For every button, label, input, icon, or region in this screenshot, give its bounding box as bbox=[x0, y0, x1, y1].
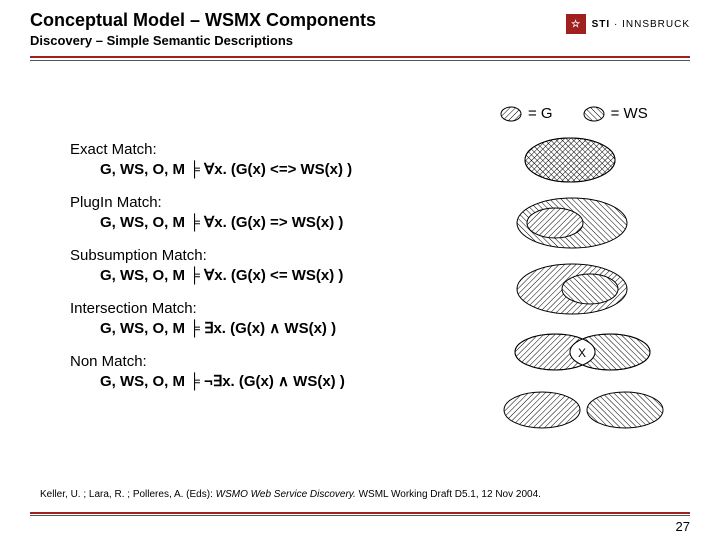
match-non-title: Non Match: bbox=[70, 352, 470, 372]
match-exact-title: Exact Match: bbox=[70, 140, 470, 160]
star-icon: ☆ bbox=[566, 14, 586, 34]
match-intersection-title: Intersection Match: bbox=[70, 299, 470, 319]
citation-rest: WSML Working Draft D5.1, 12 Nov 2004. bbox=[356, 489, 541, 500]
match-plugin-title: PlugIn Match: bbox=[70, 193, 470, 213]
match-non: Non Match: G, WS, O, M ╞ ¬∃x. (G(x) ∧ WS… bbox=[70, 352, 470, 391]
brand-sep: · bbox=[614, 19, 618, 30]
diagram-plugin bbox=[500, 195, 650, 251]
match-diagrams: X bbox=[500, 135, 670, 443]
page-number: 27 bbox=[676, 519, 690, 534]
match-intersection-formula: G, WS, O, M ╞ ∃x. (G(x) ∧ WS(x) ) bbox=[70, 319, 470, 339]
brand-text: STI · INNSBRUCK bbox=[592, 19, 690, 30]
legend-ws-icon bbox=[583, 106, 605, 122]
citation-authors: Keller, U. ; Lara, R. ; Polleres, A. (Ed… bbox=[40, 489, 216, 500]
legend-g-label: = G bbox=[528, 105, 553, 122]
slide-subtitle: Discovery – Simple Semantic Descriptions bbox=[30, 33, 690, 48]
diagram-nonmatch bbox=[500, 387, 670, 433]
legend-g-icon bbox=[500, 106, 522, 122]
header-rule-thin bbox=[30, 60, 690, 61]
match-exact: Exact Match: G, WS, O, M ╞ ∀x. (G(x) <=>… bbox=[70, 140, 470, 179]
diagram-intersection: X bbox=[500, 327, 670, 377]
match-non-formula: G, WS, O, M ╞ ¬∃x. (G(x) ∧ WS(x) ) bbox=[70, 372, 470, 392]
match-subsumption-formula: G, WS, O, M ╞ ∀x. (G(x) <= WS(x) ) bbox=[70, 266, 470, 286]
match-list: Exact Match: G, WS, O, M ╞ ∀x. (G(x) <=>… bbox=[70, 140, 470, 405]
legend: = G = WS bbox=[500, 105, 648, 122]
footer-rule-red bbox=[30, 512, 690, 514]
diagram-exact bbox=[500, 135, 650, 185]
citation-work: WSMO Web Service Discovery. bbox=[216, 489, 356, 500]
match-subsumption-title: Subsumption Match: bbox=[70, 246, 470, 266]
footer-rule-thin bbox=[30, 515, 690, 516]
legend-ws-label: = WS bbox=[611, 105, 648, 122]
brand-logo: ☆ STI · INNSBRUCK bbox=[566, 14, 690, 34]
diagram-subsumption bbox=[500, 261, 650, 317]
brand-sti: STI bbox=[592, 19, 611, 30]
intersection-x-label: X bbox=[578, 346, 586, 360]
header-rule-red bbox=[30, 56, 690, 58]
match-intersection: Intersection Match: G, WS, O, M ╞ ∃x. (G… bbox=[70, 299, 470, 338]
match-plugin: PlugIn Match: G, WS, O, M ╞ ∀x. (G(x) =>… bbox=[70, 193, 470, 232]
match-plugin-formula: G, WS, O, M ╞ ∀x. (G(x) => WS(x) ) bbox=[70, 213, 470, 233]
citation: Keller, U. ; Lara, R. ; Polleres, A. (Ed… bbox=[40, 489, 680, 500]
match-subsumption: Subsumption Match: G, WS, O, M ╞ ∀x. (G(… bbox=[70, 246, 470, 285]
match-exact-formula: G, WS, O, M ╞ ∀x. (G(x) <=> WS(x) ) bbox=[70, 160, 470, 180]
brand-org: INNSBRUCK bbox=[622, 19, 690, 30]
